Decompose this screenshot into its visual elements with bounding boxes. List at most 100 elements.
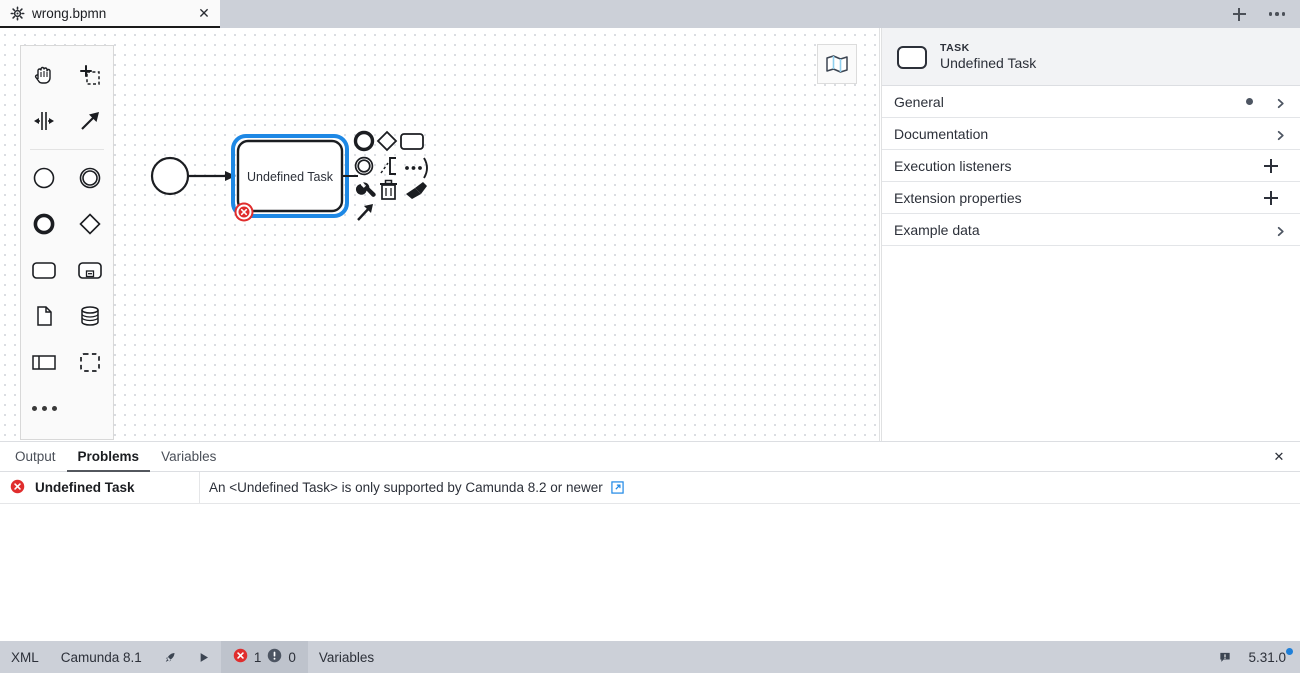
data-store-icon	[81, 306, 99, 326]
ellipsis-icon	[1268, 12, 1286, 16]
paintbrush-icon[interactable]	[406, 182, 427, 199]
editor-tab-wrong-bpmn[interactable]: wrong.bpmn ✕	[0, 0, 220, 28]
bpmn-palette[interactable]	[20, 45, 114, 440]
element-name-label: Undefined Task	[940, 54, 1037, 71]
properties-group-general[interactable]: General	[882, 86, 1300, 118]
group-label: Documentation	[894, 125, 989, 142]
end-event-icon	[33, 213, 55, 235]
warning-count: 0	[288, 649, 296, 665]
task-rounded-icon	[32, 262, 56, 279]
bottom-panel: Output Problems Variables ✕ Undefined Ta…	[0, 441, 1300, 641]
palette-create-gateway[interactable]	[67, 201, 113, 247]
append-gateway[interactable]	[376, 130, 398, 152]
problem-row[interactable]: Undefined Task An <Undefined Task> is on…	[0, 472, 1300, 504]
space-tool-icon	[34, 112, 54, 130]
palette-divider	[30, 149, 104, 150]
chevron-right-icon	[1275, 96, 1286, 109]
error-icon	[233, 648, 248, 666]
close-icon[interactable]: ✕	[196, 5, 212, 21]
append-task[interactable]	[400, 133, 424, 150]
connect[interactable]	[357, 204, 373, 221]
properties-group-extension-properties[interactable]: Extension properties	[882, 182, 1300, 214]
error-count: 1	[253, 649, 262, 665]
properties-panel: TASK Undefined Task General Documentatio…	[881, 28, 1300, 441]
tab-bar-actions	[1228, 0, 1300, 28]
tab-variables[interactable]: Variables	[150, 442, 227, 472]
tab-bar: wrong.bpmn ✕	[0, 0, 1300, 28]
properties-panel-header: TASK Undefined Task	[882, 28, 1300, 86]
status-variables-button[interactable]: Variables	[308, 641, 385, 673]
group-label: Execution listeners	[894, 157, 1012, 174]
start-event[interactable]	[150, 156, 190, 196]
problem-element-cell: Undefined Task	[0, 472, 200, 503]
status-bar-right: 5.31.0	[1208, 641, 1300, 673]
status-engine-version-button[interactable]: Camunda 8.1	[50, 641, 153, 673]
palette-create-data-object[interactable]	[21, 293, 67, 339]
palette-space-tool[interactable]	[21, 98, 67, 144]
rocket-icon	[165, 652, 175, 662]
palette-hand-tool[interactable]	[21, 52, 67, 98]
tab-problems[interactable]: Problems	[66, 442, 151, 472]
arrow-connect-icon	[81, 112, 99, 130]
append-end-event[interactable]	[353, 130, 375, 152]
bottom-panel-tabs: Output Problems Variables ✕	[0, 442, 1300, 472]
notifications-button[interactable]	[1208, 641, 1242, 673]
palette-create-task[interactable]	[21, 247, 67, 293]
palette-create-intermediate-event[interactable]	[67, 155, 113, 201]
context-more-options[interactable]	[405, 157, 428, 179]
subprocess-icon	[78, 262, 102, 279]
run-button[interactable]	[187, 641, 221, 673]
wrench-icon[interactable]	[355, 182, 376, 197]
palette-create-data-store[interactable]	[67, 293, 113, 339]
palette-create-participant[interactable]	[21, 339, 67, 385]
add-execution-listener-button[interactable]	[1264, 158, 1278, 173]
bpmn-diagram[interactable]: Undefined Task	[0, 28, 880, 441]
status-xml-button[interactable]: XML	[0, 641, 50, 673]
chevron-right-icon	[1275, 224, 1286, 237]
palette-global-connect-tool[interactable]	[67, 98, 113, 144]
palette-create-subprocess[interactable]	[67, 247, 113, 293]
status-problem-badges[interactable]: 1 0	[220, 641, 308, 673]
trash-icon[interactable]	[380, 179, 397, 200]
gateway-diamond-icon	[79, 213, 101, 235]
external-link-icon[interactable]	[611, 481, 624, 494]
add-extension-property-button[interactable]	[1264, 190, 1278, 205]
sequence-flow[interactable]	[188, 171, 236, 181]
ellipsis-icon	[31, 405, 57, 411]
bpmn-canvas[interactable]: Undefined Task	[0, 28, 880, 441]
deploy-button[interactable]	[153, 641, 187, 673]
palette-create-start-event[interactable]	[21, 155, 67, 201]
tab-overflow-menu-button[interactable]	[1266, 3, 1288, 25]
error-badge[interactable]	[234, 202, 254, 222]
problem-message: An <Undefined Task> is only supported by…	[209, 480, 603, 495]
new-tab-button[interactable]	[1228, 3, 1250, 25]
start-event-icon	[33, 167, 55, 189]
problem-message-cell: An <Undefined Task> is only supported by…	[200, 472, 1300, 503]
tab-output[interactable]: Output	[4, 442, 67, 472]
task-rounded-icon	[896, 44, 928, 70]
palette-lasso-tool[interactable]	[67, 52, 113, 98]
palette-more-button[interactable]	[21, 385, 67, 431]
close-icon[interactable]: ✕	[1268, 442, 1290, 472]
append-intermediate-event[interactable]	[354, 156, 374, 176]
properties-group-example-data[interactable]: Example data	[882, 214, 1300, 246]
append-text-annotation[interactable]	[380, 157, 396, 175]
hand-icon	[34, 66, 51, 84]
minimap-toggle-button[interactable]	[817, 44, 857, 84]
participant-pool-icon	[32, 355, 56, 370]
app-version-button[interactable]: 5.31.0	[1242, 641, 1300, 673]
palette-create-end-event[interactable]	[21, 201, 67, 247]
group-label: General	[894, 93, 944, 110]
update-available-dot	[1286, 648, 1293, 655]
message-icon	[1220, 652, 1231, 662]
task-label: Undefined Task	[247, 170, 334, 184]
app-version-label: 5.31.0	[1248, 649, 1286, 665]
status-bar: XML Camunda 8.1 1 0 Variables 5.31.0	[0, 641, 1300, 673]
palette-create-group[interactable]	[67, 339, 113, 385]
properties-group-execution-listeners[interactable]: Execution listeners	[882, 150, 1300, 182]
intermediate-event-icon	[79, 167, 101, 189]
palette-spacer	[67, 385, 113, 431]
group-status-dot	[1246, 98, 1253, 105]
warning-icon	[267, 648, 282, 666]
properties-group-documentation[interactable]: Documentation	[882, 118, 1300, 150]
